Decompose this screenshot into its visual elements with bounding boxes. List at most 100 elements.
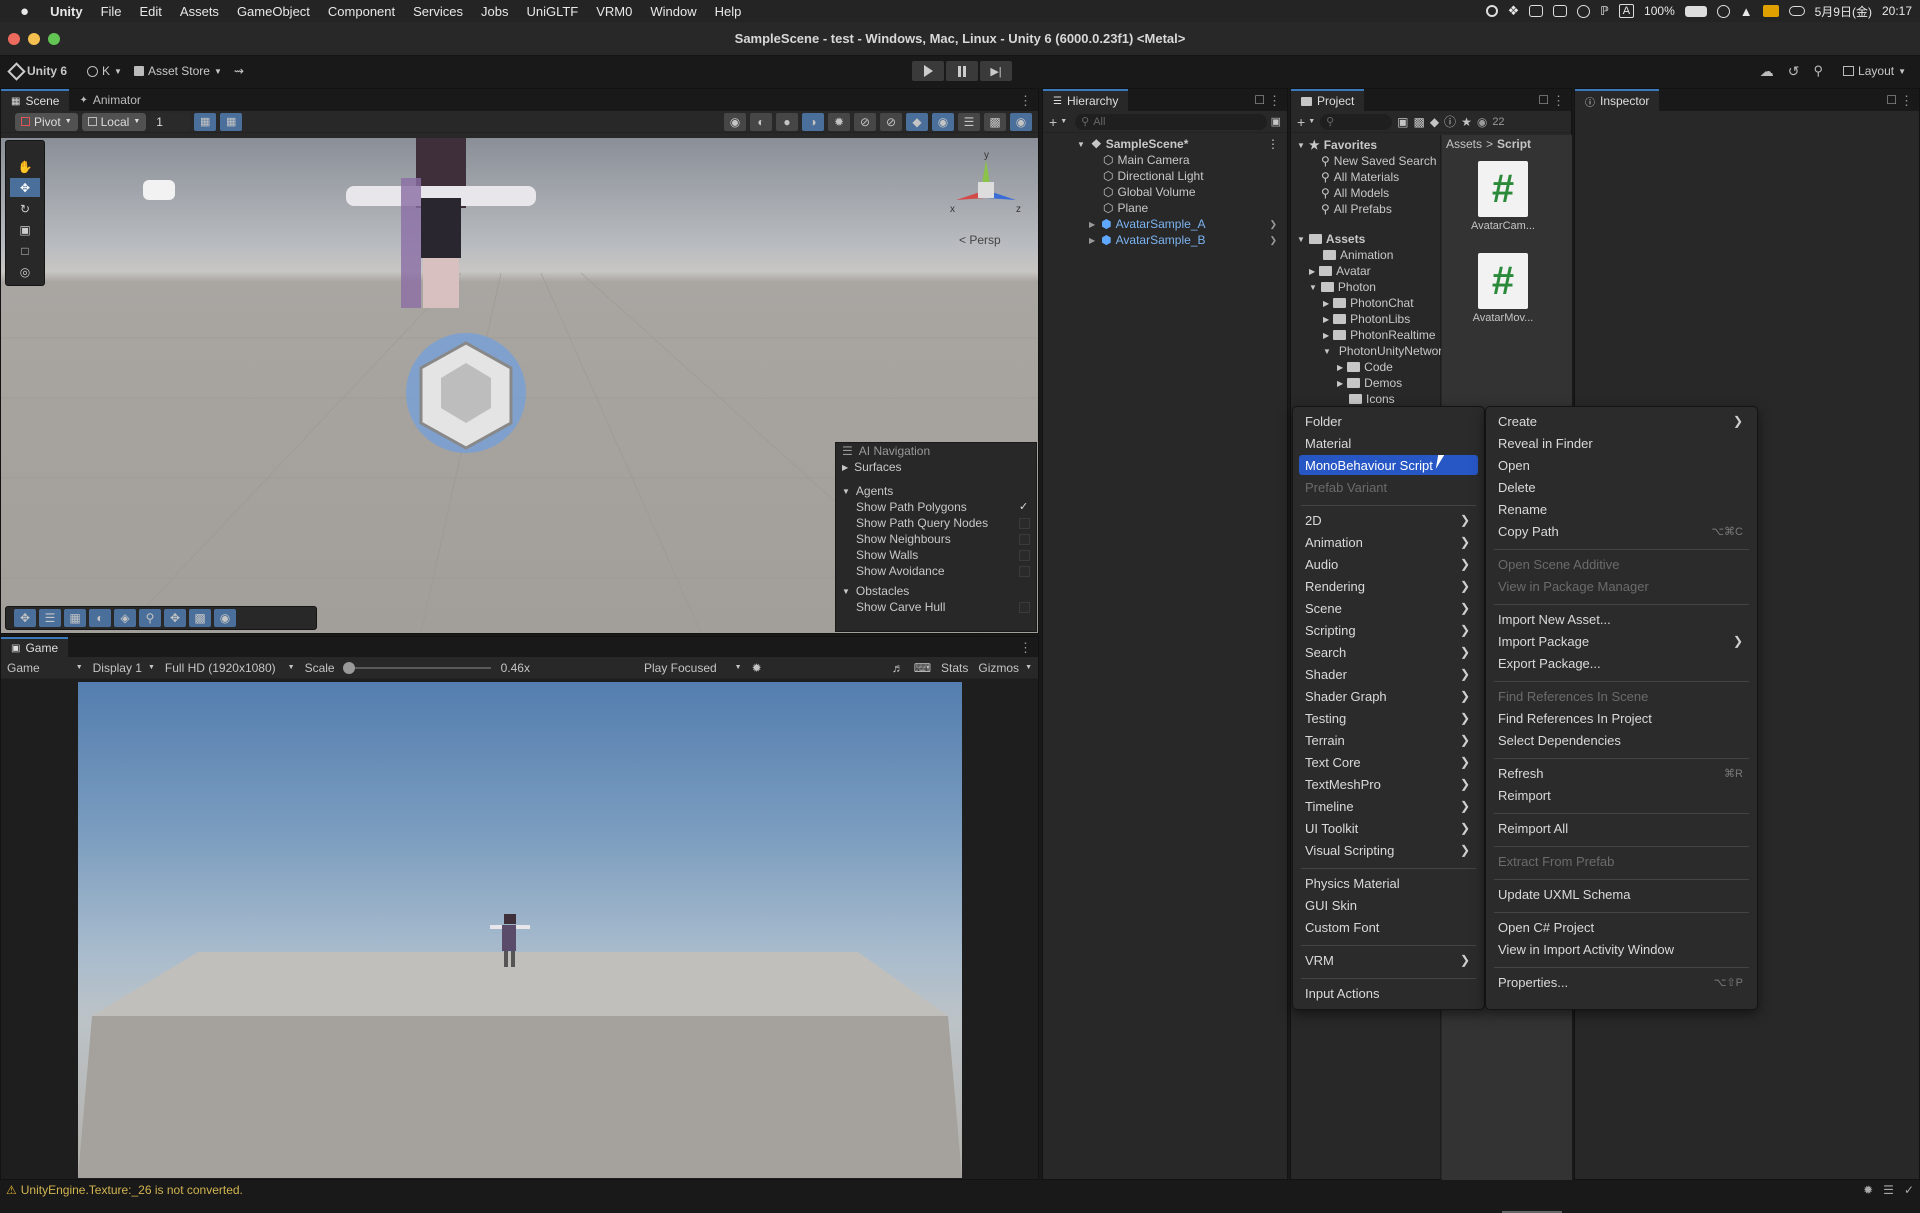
debug-mode-icon[interactable]: ✹ [1863, 1183, 1873, 1197]
folder-animation[interactable]: Animation [1323, 247, 1393, 263]
overlay-pivot-button[interactable]: ✥ [164, 609, 186, 627]
media-icon[interactable] [1577, 4, 1591, 18]
menu-item-reimport[interactable]: Reimport [1492, 785, 1751, 805]
move-tool-button[interactable]: ✥ [10, 178, 40, 197]
orientation-overlay-button[interactable]: ◉ [724, 112, 746, 131]
overlay-gizmo-button[interactable]: ◉ [214, 609, 236, 627]
lock-icon[interactable]: ☐ [1254, 93, 1265, 107]
project-search-input[interactable]: ⚲ [1320, 113, 1393, 130]
nav-option-row[interactable]: Show Carve Hull [836, 599, 1036, 615]
menu-item-import-package[interactable]: Import Package ❯ [1492, 631, 1751, 651]
tab-game[interactable]: ▣ Game [1, 637, 69, 657]
snap-increment-field[interactable]: 1 [150, 112, 191, 131]
menu-window[interactable]: Window [641, 4, 705, 19]
clock-date[interactable]: 5月9日(金) [1815, 3, 1872, 20]
nav-option-checkbox[interactable] [1019, 565, 1030, 577]
tab-scene[interactable]: ▦ Scene [1, 89, 70, 111]
menu-item-export-package[interactable]: Export Package... [1492, 653, 1751, 673]
layout-dropdown[interactable]: Layout ▼ [1837, 61, 1912, 81]
project-add-button[interactable]: + ▼ [1297, 114, 1315, 130]
agents-foldout[interactable]: ▼ Agents [836, 483, 1036, 499]
menu-item-animation[interactable]: Animation ❯ [1299, 532, 1478, 552]
user-icon[interactable] [1716, 4, 1730, 18]
overlay-layers-button[interactable]: ☰ [39, 609, 61, 627]
hierarchy-search-input[interactable]: ⚲ All [1075, 113, 1267, 130]
menu-item-update-uxml-schema[interactable]: Update UXML Schema [1492, 884, 1751, 904]
grid-snap-button[interactable]: ▦ [194, 112, 217, 131]
control-center-icon[interactable] [1762, 5, 1779, 17]
menu-item-text-core[interactable]: Text Core ❯ [1299, 752, 1478, 772]
star-icon[interactable]: ★ [1461, 115, 1472, 129]
rotate-tool-button[interactable]: ↻ [10, 199, 40, 218]
overlay-lighting-button[interactable]: ◐ [89, 609, 111, 627]
surfaces-foldout[interactable]: ▶ Surfaces [836, 459, 1036, 475]
lock-icon[interactable]: ☐ [1538, 93, 1549, 107]
menu-item-refresh[interactable]: Refresh ⌘R [1492, 763, 1751, 783]
folder-photonunitynetworking[interactable]: ▼ PhotonUnityNetworking [1323, 343, 1441, 359]
version-control-button[interactable]: ⇝ [228, 61, 250, 81]
progress-icon[interactable]: ☰ [1883, 1183, 1894, 1197]
overlay-grid-button[interactable]: ▦ [64, 609, 86, 627]
lock-icon[interactable]: ☐ [1886, 93, 1897, 107]
menu-item-open-c-project[interactable]: Open C# Project [1492, 917, 1751, 937]
shading-lit-button[interactable]: ◑ [802, 112, 824, 131]
menu-item-copy-path[interactable]: Copy Path ⌥⌘C [1492, 521, 1751, 541]
hierarchy-add-button[interactable]: + ▼ [1049, 114, 1067, 130]
menu-item-folder[interactable]: Folder [1299, 411, 1478, 431]
status-message[interactable]: UnityEngine.Texture:_26 is not converted… [21, 1183, 243, 1197]
asset-store-dropdown[interactable]: Asset Store ▼ [128, 61, 228, 81]
battery-icon[interactable] [1684, 5, 1707, 17]
nav-option-row[interactable]: Show Avoidance [836, 563, 1036, 579]
chevron-right-icon[interactable]: ❯ [1269, 235, 1277, 246]
scene-root-row[interactable]: ▼ ❖ SampleScene* ⋮ [1077, 136, 1283, 152]
hierarchy-item-main-camera[interactable]: ⬡ Main Camera [1103, 152, 1190, 168]
tab-inspector[interactable]: ⓘ Inspector [1575, 89, 1660, 111]
resolution-dropdown[interactable]: Full HD (1920x1080) ▼ [165, 661, 295, 675]
collab-icon[interactable]: ✓ [1904, 1183, 1914, 1197]
menu-item-material[interactable]: Material [1299, 433, 1478, 453]
search-label-icon[interactable]: ▩ [1413, 115, 1424, 129]
local-dropdown[interactable]: Local ▼ [81, 112, 147, 131]
menu-item-open[interactable]: Open [1492, 455, 1751, 475]
nav-option-checkbox[interactable] [1019, 601, 1030, 613]
stats-button[interactable]: Stats [941, 661, 968, 675]
kebab-menu-icon[interactable]: ⋮ [1019, 640, 1032, 656]
orientation-gizmo[interactable]: y x z [946, 150, 1026, 230]
menu-item-audio[interactable]: Audio ❯ [1299, 554, 1478, 574]
hierarchy-item-plane[interactable]: ⬡ Plane [1103, 200, 1148, 216]
folder-photonrealtime[interactable]: ▶ PhotonRealtime [1323, 327, 1441, 343]
menu-services[interactable]: Services [404, 4, 472, 19]
menu-item-custom-font[interactable]: Custom Font [1299, 917, 1478, 937]
gizmos-button[interactable]: ◉ [1010, 112, 1032, 131]
menu-item-physics-material[interactable]: Physics Material [1299, 873, 1478, 893]
play-focused-dropdown[interactable]: Play Focused ▼ [644, 661, 742, 675]
menu-item-properties[interactable]: Properties... ⌥⇧P [1492, 972, 1751, 992]
overlay-navmesh-button[interactable]: ◈ [114, 609, 136, 627]
menu-component[interactable]: Component [319, 4, 404, 19]
kebab-menu-icon[interactable]: ⋮ [1019, 93, 1032, 109]
2d-toggle-button[interactable]: ⊘ [854, 112, 876, 131]
hand-tool-button[interactable]: ✋ [10, 157, 40, 176]
nav-option-checkbox[interactable] [1019, 549, 1030, 561]
menu-item-reveal-in-finder[interactable]: Reveal in Finder [1492, 433, 1751, 453]
pivot-dropdown[interactable]: Pivot ▼ [15, 112, 78, 131]
apple-icon[interactable]: ● [0, 3, 41, 20]
tab-hierarchy[interactable]: ☰ Hierarchy [1043, 89, 1129, 111]
obstacles-foldout[interactable]: ▼ Obstacles [836, 583, 1036, 599]
hierarchy-item-global-volume[interactable]: ⬡ Global Volume [1103, 184, 1196, 200]
menu-item-vrm[interactable]: VRM ❯ [1299, 950, 1478, 970]
menu-item-gui-skin[interactable]: GUI Skin [1299, 895, 1478, 915]
asset-file[interactable]: # AvatarMov... [1468, 253, 1538, 324]
folder-icons[interactable]: Icons [1349, 391, 1395, 407]
kebab-menu-icon[interactable]: ⋮ [1267, 137, 1279, 151]
grid-visibility-button[interactable]: ▦ [220, 112, 243, 131]
folder-code[interactable]: ▶ Code [1337, 359, 1393, 375]
search-options-icon[interactable]: ▣ [1271, 115, 1281, 128]
avatar-character[interactable] [341, 138, 561, 338]
scene-viewport[interactable]: ✋ ✥ ↻ ▣ □ ◎ y x z < Persp ☰ AI Navigatio… [1, 138, 1038, 633]
cloud-icon[interactable]: ☁ [1760, 63, 1774, 80]
folder-demos[interactable]: ▶ Demos [1337, 375, 1402, 391]
kebab-menu-icon[interactable]: ⋮ [1552, 93, 1565, 109]
history-icon[interactable]: ↺ [1788, 63, 1800, 80]
kebab-menu-icon[interactable]: ⋮ [1900, 93, 1913, 109]
